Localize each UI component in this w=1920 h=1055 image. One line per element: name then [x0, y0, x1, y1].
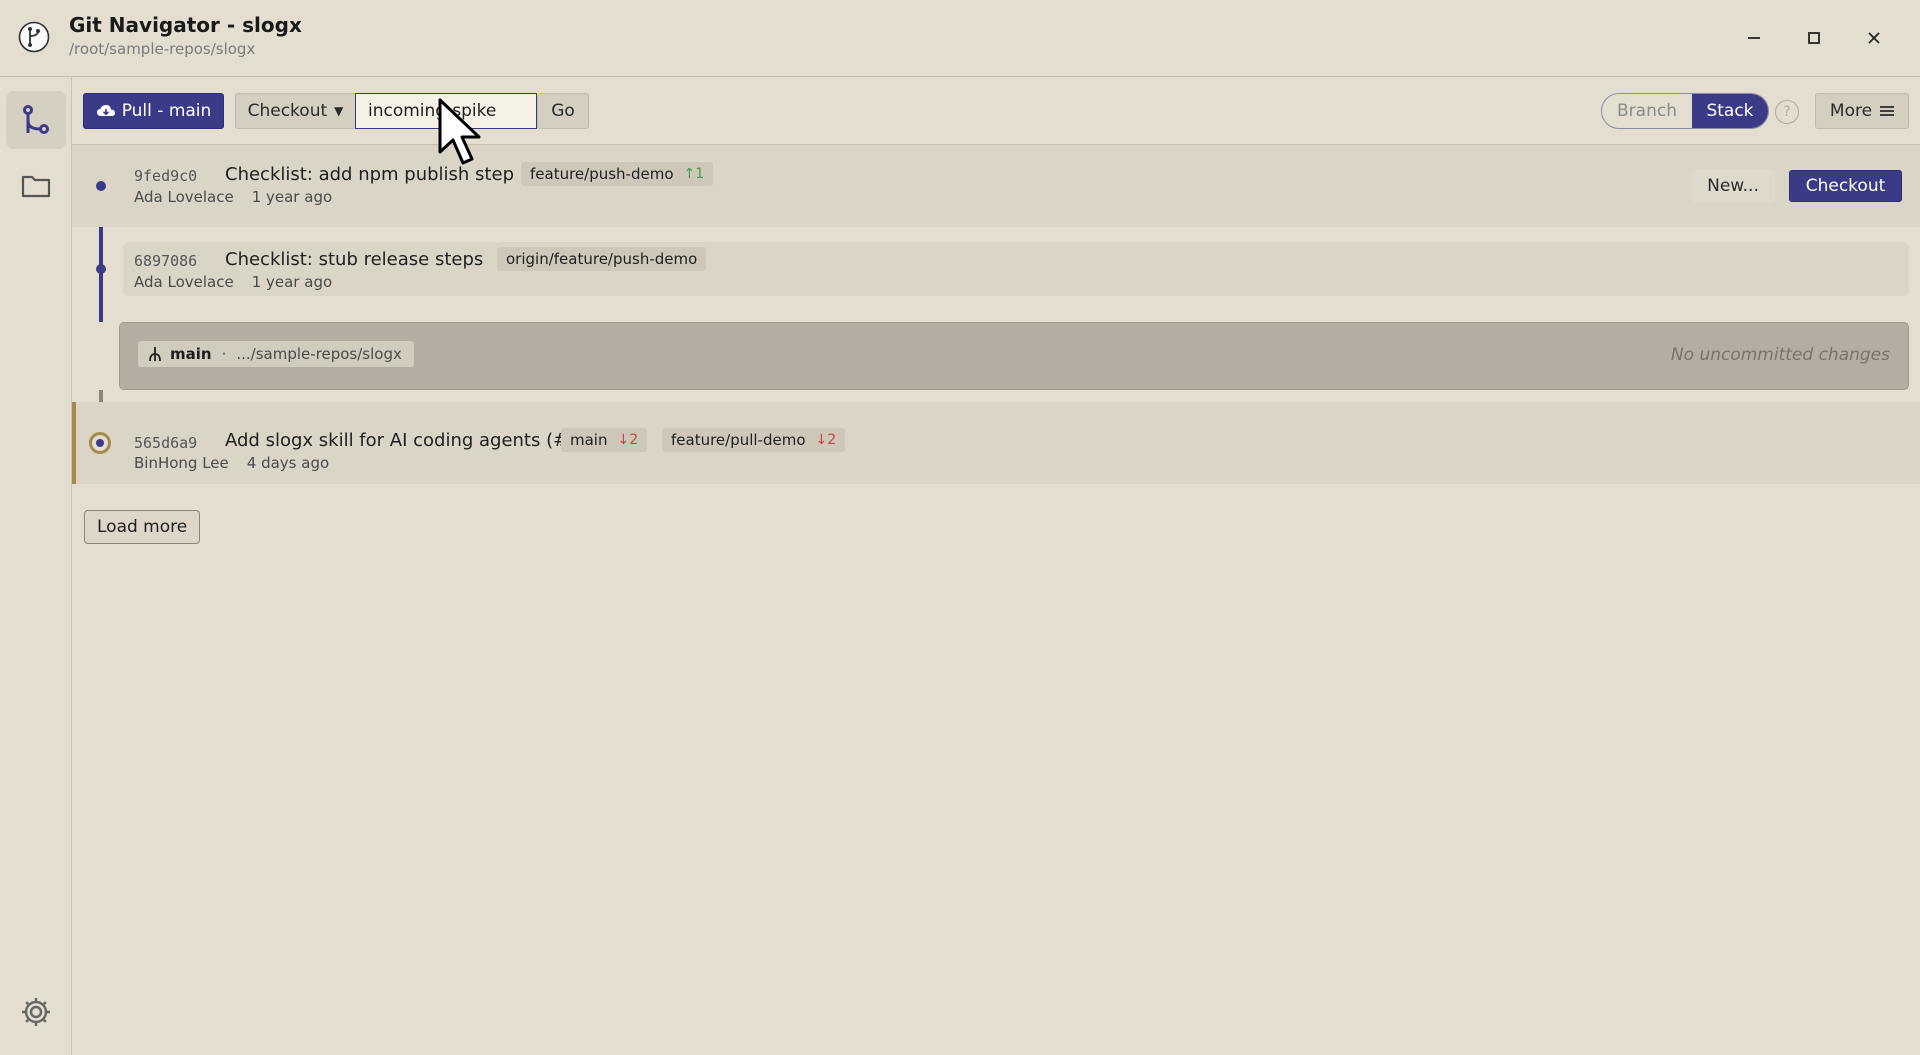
commit-node — [96, 181, 106, 191]
git-graph-icon — [23, 105, 49, 134]
go-label: Go — [551, 101, 575, 121]
worktree-fork-icon — [149, 347, 161, 362]
folder-icon — [21, 175, 51, 198]
graph-edge — [99, 227, 103, 322]
commit-meta: Ada Lovelace 1 year ago — [134, 188, 332, 206]
minimize-icon — [1748, 37, 1760, 39]
commit-checkout-label: Checkout — [1805, 176, 1886, 196]
gear-icon — [22, 998, 50, 1026]
new-branch-label: New... — [1707, 176, 1759, 196]
commit-message: Checklist: add npm publish step — [225, 164, 514, 185]
branch-tag-name: origin/feature/push-demo — [506, 250, 698, 268]
view-toggle-branch[interactable]: Branch — [1602, 94, 1692, 128]
commit-checkout-button[interactable]: Checkout — [1789, 170, 1902, 202]
more-menu-button[interactable]: More — [1815, 93, 1909, 129]
window-title: Git Navigator - slogx — [69, 13, 302, 37]
behind-count: ↓2 — [617, 432, 639, 448]
commit-row-head[interactable]: 565d6a9 Add slogx skill for AI coding ag… — [72, 402, 1920, 484]
worktree-card[interactable]: main · .../sample-repos/slogx No uncommi… — [119, 322, 1909, 390]
worktree-separator: · — [221, 345, 227, 363]
worktree-branch: main — [170, 345, 212, 363]
view-toggle-stack[interactable]: Stack — [1692, 94, 1768, 128]
new-branch-button[interactable]: New... — [1691, 169, 1775, 203]
commit-time: 1 year ago — [251, 273, 333, 291]
settings-button[interactable] — [6, 983, 66, 1041]
commit-message: Checklist: stub release steps — [225, 249, 484, 270]
load-more-button[interactable]: Load more — [84, 510, 201, 544]
close-button[interactable] — [1858, 22, 1890, 54]
worktree-path: .../sample-repos/slogx — [236, 345, 402, 363]
commit-meta: BinHong Lee 4 days ago — [134, 454, 329, 472]
worktree-status: No uncommitted changes — [1670, 345, 1890, 365]
help-icon[interactable]: ? — [1775, 100, 1799, 124]
commit-author: Ada Lovelace — [134, 273, 234, 291]
maximize-icon — [1808, 32, 1820, 44]
caret-down-icon: ▼ — [334, 104, 344, 118]
branch-tag-name: feature/push-demo — [530, 165, 674, 183]
graph-edge — [99, 390, 103, 402]
branch-tag[interactable]: main ↓2 — [561, 428, 648, 452]
commit-meta: Ada Lovelace 1 year ago — [134, 273, 332, 291]
sidebar-item-files[interactable] — [6, 157, 66, 215]
commit-author: BinHong Lee — [134, 454, 229, 472]
branch-tag-name: feature/pull-demo — [671, 431, 806, 449]
commit-author: Ada Lovelace — [134, 188, 234, 206]
checkout-dropdown[interactable]: Checkout ▼ — [235, 93, 356, 129]
commit-row[interactable]: 6897086 Checklist: stub release steps Ad… — [123, 242, 1909, 296]
go-button[interactable]: Go — [537, 93, 589, 129]
branch-tag[interactable]: origin/feature/push-demo — [497, 247, 707, 271]
commit-message: Add slogx skill for AI coding agents (#9… — [225, 430, 599, 451]
commit-sha: 9fed9c0 — [134, 167, 198, 185]
hamburger-icon — [1880, 106, 1895, 116]
more-label: More — [1829, 101, 1873, 121]
title-bar: Git Navigator - slogx /root/sample-repos… — [0, 0, 1920, 77]
commit-time: 1 year ago — [251, 188, 333, 206]
pull-button[interactable]: Pull - main — [83, 93, 224, 129]
commit-list: 9fed9c0 Checklist: add npm publish step … — [72, 145, 1920, 1055]
branch-tag[interactable]: feature/pull-demo ↓2 — [662, 428, 846, 452]
cloud-download-icon — [96, 105, 115, 116]
commit-row[interactable]: 9fed9c0 Checklist: add npm publish step … — [72, 145, 1920, 227]
app-logo-icon — [18, 21, 50, 53]
minimize-button[interactable] — [1738, 22, 1770, 54]
behind-count: ↓2 — [815, 432, 837, 448]
head-marker — [72, 402, 76, 484]
commit-time: 4 days ago — [246, 454, 330, 472]
branch-tag[interactable]: feature/push-demo ↑1 — [521, 162, 714, 186]
commit-sha: 6897086 — [134, 252, 198, 270]
close-icon — [1868, 32, 1880, 44]
view-toggle: Branch Stack — [1601, 93, 1769, 129]
head-commit-node — [89, 432, 111, 454]
repo-path: /root/sample-repos/slogx — [69, 40, 256, 58]
maximize-button[interactable] — [1798, 22, 1830, 54]
worktree-chip: main · .../sample-repos/slogx — [138, 341, 414, 367]
ahead-count: ↑1 — [683, 166, 705, 182]
branch-tag-name: main — [570, 431, 608, 449]
sidebar-item-graph[interactable] — [6, 91, 66, 149]
toolbar: Pull - main Checkout ▼ Go Branch Stack ?… — [72, 77, 1920, 145]
commit-node — [96, 264, 106, 274]
pull-label: Pull - main — [121, 101, 212, 121]
commit-sha: 565d6a9 — [134, 434, 198, 452]
checkout-input[interactable] — [355, 93, 537, 129]
checkout-dropdown-label: Checkout — [247, 101, 328, 121]
commit-card: 565d6a9 Add slogx skill for AI coding ag… — [123, 415, 1909, 472]
sidebar — [0, 77, 72, 1055]
